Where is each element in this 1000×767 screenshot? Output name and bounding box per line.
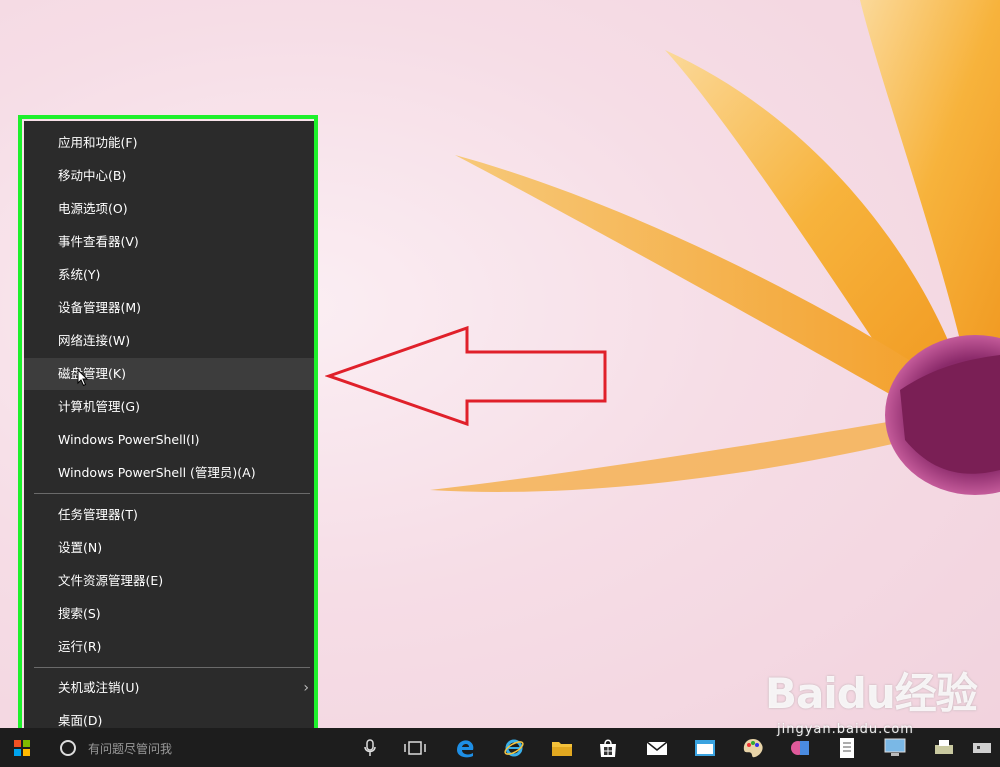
menu-item-power-options[interactable]: 电源选项(O) [24,193,317,225]
menu-separator [34,493,310,494]
menu-item-system[interactable]: 系统(Y) [24,259,317,291]
menu-item-shutdown-signout[interactable]: 关机或注销(U) › [24,672,317,704]
window-app-icon [695,739,715,756]
store-bag-icon [600,739,616,757]
mouse-pointer-icon [77,369,89,387]
baidu-watermark: Baidu经验 jingyan.baidu.com [765,660,985,760]
menu-item-network-connections[interactable]: 网络连接(W) [24,325,317,357]
menu-item-disk-management[interactable]: 磁盘管理(K) [24,358,317,390]
internet-explorer-button[interactable] [494,728,534,767]
mail-icon [646,740,668,755]
folder-icon [552,741,572,756]
menu-item-device-manager[interactable]: 设备管理器(M) [24,292,317,324]
menu-item-computer-management[interactable]: 计算机管理(G) [24,391,317,423]
menu-item-search[interactable]: 搜索(S) [24,598,317,630]
start-button[interactable] [2,728,42,767]
menu-item-powershell-admin[interactable]: Windows PowerShell (管理员)(A) [24,457,317,489]
file-explorer-button[interactable] [542,728,582,767]
search-box[interactable]: 有问题尽管问我 [88,740,172,757]
watermark-brand: Baidu经验 [765,669,978,718]
store-button[interactable] [588,728,628,767]
mail-button[interactable] [637,728,677,767]
menu-item-mobility-center[interactable]: 移动中心(B) [24,160,317,192]
paint-palette-icon [743,738,763,757]
power-user-menu: 应用和功能(F) 移动中心(B) 电源选项(O) 事件查看器(V) 系统(Y) … [24,121,317,742]
menu-item-apps-features[interactable]: 应用和功能(F) [24,127,317,159]
menu-item-label: 磁盘管理(K) [58,366,126,381]
task-view-icon [404,740,426,755]
edge-button[interactable] [445,728,485,767]
edge-icon [457,739,474,757]
menu-item-label: 关机或注销(U) [58,680,140,695]
menu-item-settings[interactable]: 设置(N) [24,532,317,564]
menu-item-run[interactable]: 运行(R) [24,631,317,663]
menu-item-event-viewer[interactable]: 事件查看器(V) [24,226,317,258]
cortana-button[interactable] [48,728,88,767]
task-view-button[interactable] [395,728,435,767]
microphone-icon [364,738,376,756]
menu-item-powershell[interactable]: Windows PowerShell(I) [24,424,317,456]
windows-logo-icon [14,739,30,756]
internet-explorer-icon [504,739,524,756]
watermark-url: jingyan.baidu.com [777,722,914,737]
menu-item-task-manager[interactable]: 任务管理器(T) [24,499,317,531]
microphone-button[interactable] [350,728,390,767]
menu-separator [34,667,310,668]
annotation-arrow [325,325,607,427]
cortana-circle-icon [60,739,76,756]
app-button-1[interactable] [685,728,725,767]
chevron-right-icon: › [303,680,309,696]
menu-item-file-explorer[interactable]: 文件资源管理器(E) [24,565,317,597]
